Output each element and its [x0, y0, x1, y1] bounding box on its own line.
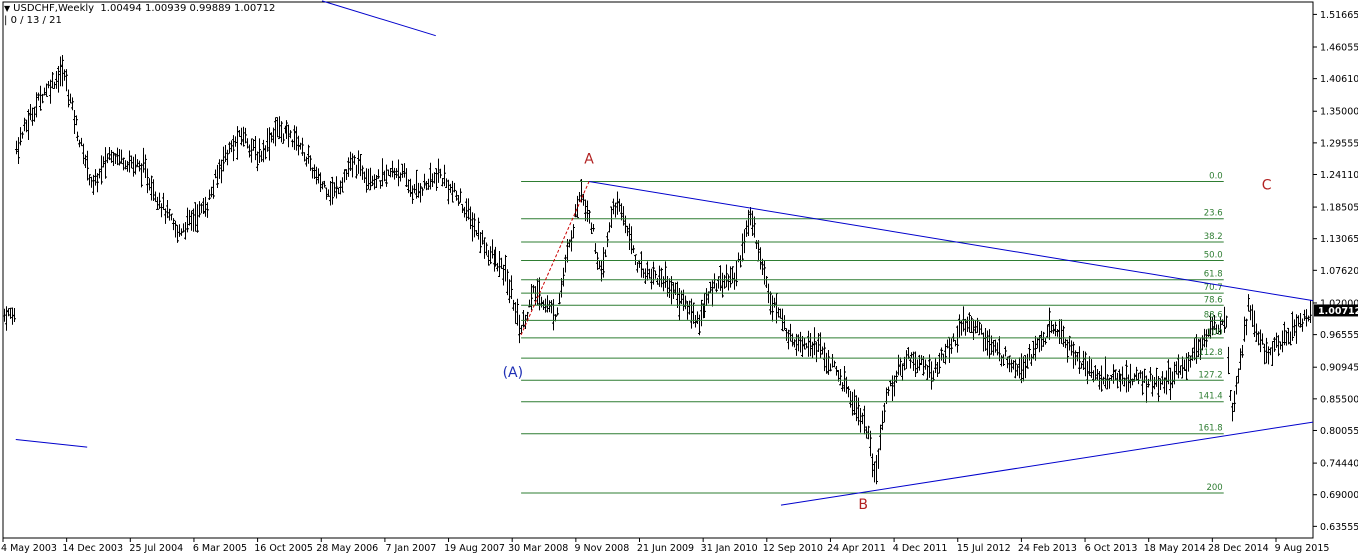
wave-label: C: [1262, 178, 1272, 194]
x-tick-label: 31 Jan 2010: [701, 543, 758, 554]
x-tick-label: 9 Aug 2015: [1275, 543, 1330, 554]
y-tick-label: 1.13065: [1320, 234, 1358, 245]
x-tick-label: 9 Nov 2008: [574, 543, 629, 554]
y-tick-label: 0.69000: [1320, 490, 1358, 501]
x-tick-label: 6 Oct 2013: [1085, 543, 1138, 554]
fib-level-label: 78.6: [1204, 295, 1223, 305]
y-tick-label: 1.40610: [1320, 74, 1358, 85]
y-tick-label: 1.51665: [1320, 10, 1358, 21]
wave-label: (A): [503, 365, 524, 381]
x-tick-label: 18 May 2014: [1144, 543, 1206, 554]
fib-level-label: 100: [1206, 328, 1222, 338]
y-axis: 1.51665 1.46055 1.40610 1.35000 1.29555 1.241…: [1313, 10, 1358, 533]
chart-canvas[interactable]: 1.51665 1.46055 1.40610 1.35000 1.29555 1.241…: [0, 0, 1358, 556]
fib-level-label: 112.8: [1198, 348, 1222, 358]
y-tick-label: 1.35000: [1320, 107, 1358, 118]
x-tick-label: 28 Dec 2014: [1208, 543, 1269, 554]
price-chart[interactable]: 1.51665 1.46055 1.40610 1.35000 1.29555 1.241…: [0, 0, 1358, 556]
x-tick-label: 7 Jan 2007: [385, 543, 436, 554]
fib-level-label: 161.8: [1198, 424, 1222, 434]
x-tick-label: 25 Jul 2004: [129, 543, 183, 554]
y-tick-label: 1.24110: [1320, 170, 1358, 181]
wave-label: A: [584, 152, 594, 168]
y-tick-label: 0.96555: [1320, 330, 1358, 341]
x-tick-label: 12 Sep 2010: [763, 543, 823, 554]
y-tick-label: 0.90945: [1320, 363, 1358, 374]
x-axis: 4 May 2003 14 Dec 2003 25 Jul 2004 6 Mar 20…: [1, 538, 1329, 554]
current-price-marker: 1.00712: [1314, 304, 1358, 317]
y-tick-label: 0.80055: [1320, 426, 1358, 437]
chart-header: ▼ USDCHF,Weekly 1.00494 1.00939 0.99889 1…: [4, 3, 276, 26]
fib-level-label: 23.6: [1204, 209, 1223, 219]
x-tick-label: 21 Jun 2009: [637, 543, 694, 554]
plot-frame: [2, 1, 1314, 539]
fib-level-label: 200: [1206, 483, 1222, 493]
y-tick-label: 1.18505: [1320, 203, 1358, 214]
symbol-label: USDCHF,Weekly: [13, 3, 95, 14]
fib-level-label: 127.2: [1198, 370, 1222, 380]
y-tick-label: 1.07620: [1320, 266, 1358, 277]
chart-menu-triangle-icon[interactable]: ▼: [4, 4, 10, 13]
x-tick-label: 24 Apr 2011: [827, 543, 886, 554]
x-tick-label: 15 Jul 2012: [957, 543, 1011, 554]
x-tick-label: 24 Feb 2013: [1018, 543, 1077, 554]
x-tick-label: 16 Oct 2005: [254, 543, 313, 554]
y-tick-label: 0.85500: [1320, 394, 1358, 405]
y-tick-label: 0.74440: [1320, 459, 1358, 470]
fib-level-label: 61.8: [1204, 270, 1223, 280]
current-price-label: 1.00712: [1318, 306, 1358, 317]
x-tick-label: 19 Aug 2007: [444, 543, 505, 554]
y-tick-label: 1.46055: [1320, 43, 1358, 54]
y-tick-label: 0.63555: [1320, 522, 1358, 533]
wave-label: B: [858, 497, 868, 513]
x-tick-label: 4 May 2003: [1, 543, 57, 554]
x-tick-label: 4 Dec 2011: [893, 543, 948, 554]
y-tick-label: 1.29555: [1320, 138, 1358, 149]
fib-level-label: 0.0: [1209, 172, 1223, 182]
x-tick-label: 30 Mar 2008: [508, 543, 568, 554]
indicator-values: 0 / 13 / 21: [10, 15, 62, 26]
x-tick-label: 28 May 2006: [316, 543, 378, 554]
x-tick-label: 6 Mar 2005: [193, 543, 247, 554]
ohlc-values: 1.00494 1.00939 0.99889 1.00712: [100, 3, 276, 14]
fib-level-label: 141.4: [1198, 392, 1222, 402]
fib-level-label: 50.0: [1204, 251, 1223, 261]
fib-level-label: 88.6: [1204, 310, 1223, 320]
x-tick-label: 14 Dec 2003: [62, 543, 123, 554]
fib-level-label: 38.2: [1204, 232, 1223, 242]
